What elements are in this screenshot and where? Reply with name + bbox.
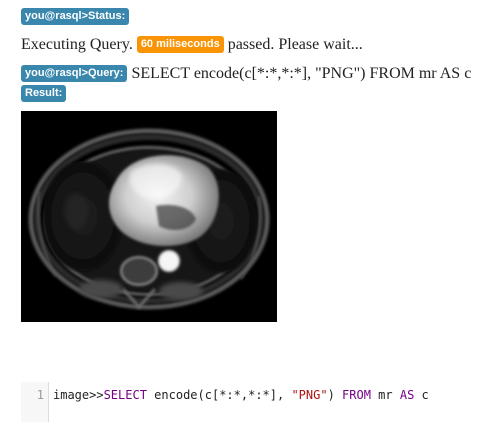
token-c: c [414, 388, 429, 402]
editor-gutter: 1 [21, 382, 49, 422]
query-line: you@rasql>Query: SELECT encode(c[*:*,*:*… [21, 64, 471, 84]
keyword-select: SELECT [103, 388, 147, 402]
keyword-as: AS [399, 388, 415, 402]
token-args-open: (c[*:*,*:*], [197, 388, 292, 402]
duration-badge: 60 miliseconds [136, 36, 224, 53]
line-number: 1 [36, 388, 44, 402]
execution-suffix-text: passed. Please wait... [227, 36, 363, 53]
mri-cardiac-slice-image [21, 111, 277, 322]
query-prompt-badge: you@rasql>Query: [21, 65, 128, 82]
execution-status-line: Executing Query. 60 miliseconds passed. … [21, 35, 363, 55]
status-line: you@rasql>Status: [21, 7, 130, 27]
string-png: "PNG" [291, 388, 328, 402]
token-args-close: ) [327, 388, 343, 402]
token-mr: mr [370, 388, 400, 402]
result-label-badge: Result: [21, 85, 67, 102]
function-encode: encode [154, 388, 198, 402]
result-line: Result: [21, 84, 67, 104]
editor-prefix: image>> [53, 388, 104, 402]
query-editor[interactable]: 1 image>>SELECT encode(c[*:*,*:*], "PNG"… [21, 382, 489, 422]
execution-prefix-text: Executing Query. [21, 36, 133, 53]
query-text: SELECT encode(c[*:*,*:*], "PNG") FROM mr… [131, 65, 472, 82]
status-prompt-badge: you@rasql>Status: [21, 8, 130, 25]
editor-code-line[interactable]: image>>SELECT encode(c[*:*,*:*], "PNG") … [53, 387, 429, 403]
keyword-from: FROM [342, 388, 371, 402]
